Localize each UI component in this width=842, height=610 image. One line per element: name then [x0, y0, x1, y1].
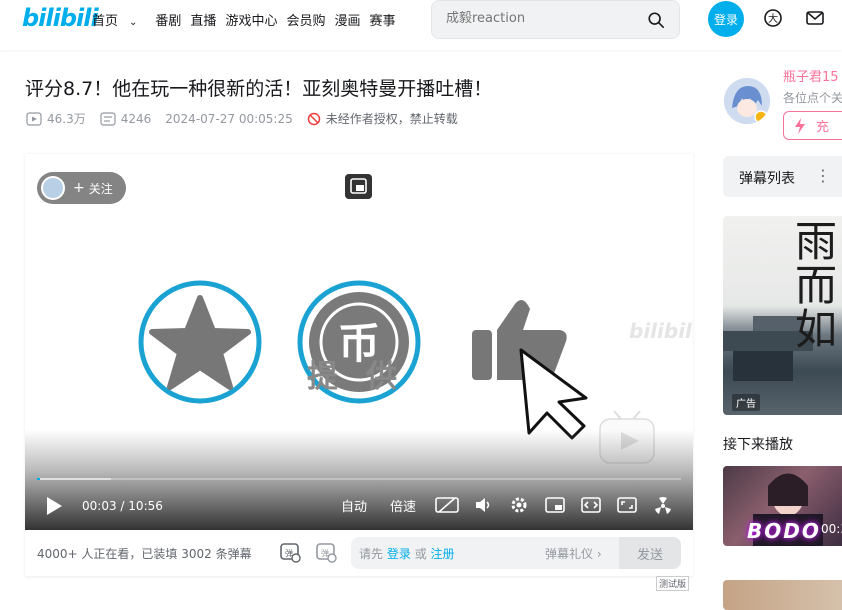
time-separator: /	[120, 499, 125, 513]
login-button[interactable]: 登录	[708, 1, 744, 37]
danmaku-input[interactable]: 请先 登录 或 注册 弹幕礼仪 › 发送	[351, 537, 681, 569]
danmaku-bar: 4000+ 人正在看，已装填 3002 条弹幕 弹 弹 请先 登录 或 注册 弹…	[25, 530, 693, 576]
nav-home-label: 首页	[92, 14, 119, 29]
danmaku-settings-icon[interactable]: 弹	[315, 541, 337, 563]
video-title: 评分8.7！他在玩一种很新的活！亚刻奥特曼开播吐槽！	[25, 78, 493, 100]
chevron-right-icon: ›	[596, 547, 602, 561]
nav-esports[interactable]: 赛事	[369, 10, 395, 29]
subtitle-off-icon[interactable]	[435, 496, 459, 514]
progress-bar[interactable]	[37, 478, 681, 480]
progress-fill	[37, 478, 41, 480]
nav-home[interactable]: 首页 ⌄	[92, 10, 146, 29]
chevron-down-icon: ⌄	[129, 17, 138, 28]
prohibited-icon	[307, 112, 320, 125]
volume-icon[interactable]	[474, 496, 492, 514]
danmaku-login-prompt: 请先 登录 或 注册	[359, 545, 455, 562]
register-link[interactable]: 注册	[431, 547, 455, 561]
publish-time: 2024-07-27 00:05:25	[165, 111, 293, 126]
time-display: 00:03 / 10:56	[82, 499, 163, 513]
charge-label: 充	[816, 120, 830, 135]
duration: 10:56	[128, 499, 163, 513]
nav-live[interactable]: 直播	[190, 10, 216, 29]
current-time: 00:03	[82, 499, 117, 513]
top-nav: 首页 ⌄ 番剧 直播 游戏中心 会员购 漫画 赛事	[92, 10, 405, 29]
follow-chip[interactable]: + 关注	[37, 172, 126, 204]
exit-pip-icon[interactable]	[345, 174, 372, 199]
danmaku-list-title: 弹幕列表	[739, 171, 795, 187]
danmaku-etiquette-link[interactable]: 弹幕礼仪 ›	[545, 545, 602, 562]
copyright-notice: 未经作者授权，禁止转载	[307, 110, 458, 127]
follow-label: 关注	[88, 181, 113, 196]
login-link[interactable]: 登录	[387, 547, 411, 561]
avatar-image	[724, 78, 770, 124]
pip-icon[interactable]	[545, 496, 565, 514]
view-count: 46.3万	[26, 110, 86, 127]
danmaku-icon	[100, 111, 116, 126]
nav-mall[interactable]: 会员购	[286, 10, 325, 29]
speed-button[interactable]: 倍速	[390, 496, 416, 515]
video-meta: 46.3万 4246 2024-07-27 00:05:25 未经作者授权，禁止…	[26, 110, 472, 127]
settings-icon[interactable]	[510, 496, 528, 514]
more-vertical-icon[interactable]: ⋮	[815, 166, 831, 185]
nav-game-center[interactable]: 游戏中心	[225, 10, 277, 29]
search-icon[interactable]	[647, 11, 665, 29]
watching-count: 4000+ 人正在看，已装填 3002 条弹幕	[37, 547, 252, 561]
view-count-value: 46.3万	[47, 112, 86, 126]
next-video-thumbnail[interactable]: BODO 00:3	[723, 466, 842, 546]
search-input[interactable]	[446, 11, 646, 26]
uploader-name[interactable]: 瓶子君15	[783, 66, 839, 85]
danmaku-count-value: 4246	[120, 111, 152, 126]
ad-tag: 广告	[732, 394, 760, 411]
vip-icon[interactable]: 大	[763, 8, 783, 28]
fullscreen-icon[interactable]	[617, 496, 637, 514]
wide-mode-icon[interactable]	[581, 496, 601, 514]
quality-button[interactable]: 自动	[341, 496, 367, 515]
up-next-label: 接下来播放	[723, 437, 793, 453]
watermark: bilibili	[629, 319, 693, 343]
avatar	[41, 176, 65, 200]
nav-manga[interactable]: 漫画	[334, 10, 360, 29]
controls-gradient	[25, 430, 693, 530]
ad-banner[interactable]: 雨而如 广告	[723, 216, 842, 415]
next-video-thumbnail-2[interactable]	[723, 580, 842, 610]
top-header: bilibili 首页 ⌄ 番剧 直播 游戏中心 会员购 漫画 赛事 登录 大	[0, 0, 842, 50]
uploader-avatar[interactable]	[724, 78, 770, 124]
charge-button[interactable]: 充	[783, 111, 842, 140]
danmaku-list-header[interactable]: 弹幕列表 ⋮	[723, 156, 842, 197]
danmaku-count: 4246	[100, 111, 152, 126]
provide-text: 提供	[307, 359, 425, 395]
next-thumb-text: BODO	[747, 519, 821, 543]
play-count-icon	[26, 111, 42, 126]
radiation-icon[interactable]	[653, 496, 673, 516]
prompt-or: 或	[414, 547, 427, 561]
video-player[interactable]: 币 bilibili 提供 + 关注 00:03 / 10:56 自动 倍速	[25, 154, 693, 530]
message-icon[interactable]	[805, 8, 825, 28]
nav-bangumi[interactable]: 番剧	[155, 10, 181, 29]
plus-icon: +	[73, 180, 85, 196]
next-duration: 00:3	[821, 522, 842, 536]
beta-tag: 测试版	[656, 576, 690, 591]
ad-title-text: 雨而如	[795, 217, 838, 354]
send-button[interactable]: 发送	[619, 537, 681, 569]
uploader-desc: 各位点个关	[783, 91, 842, 105]
etiquette-label: 弹幕礼仪	[545, 547, 594, 561]
prompt-prefix: 请先	[359, 547, 384, 561]
lightning-icon	[795, 118, 805, 134]
danmaku-toggle-icon[interactable]: 弹	[279, 541, 301, 563]
bilibili-logo[interactable]: bilibili	[22, 4, 99, 32]
play-icon[interactable]	[45, 496, 63, 516]
svg-text:大: 大	[768, 12, 778, 25]
search-box	[431, 0, 680, 39]
copyright-text: 未经作者授权，禁止转载	[325, 112, 458, 126]
progress-buffer	[37, 478, 111, 480]
